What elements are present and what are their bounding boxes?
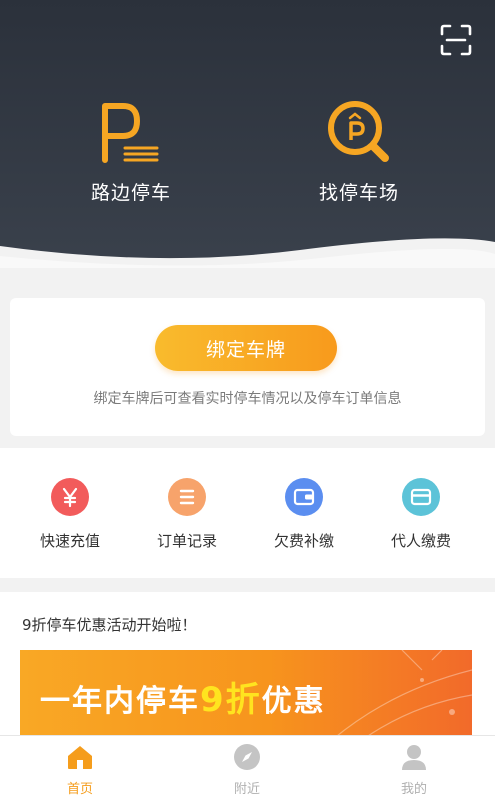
bind-plate-button[interactable]: 绑定车牌 — [155, 325, 337, 371]
roadside-parking-icon — [102, 103, 159, 163]
pay-for-others-button[interactable]: 代人缴费 — [366, 478, 476, 551]
promo-section: 9折停车优惠活动开始啦！ 一年内停车9折优惠 — [0, 592, 495, 740]
hero-header: 路边停车 找停车场 — [0, 0, 495, 268]
find-parking-lot-icon — [328, 101, 389, 162]
hero-wave-divider — [0, 238, 495, 268]
scan-icon[interactable] — [438, 22, 474, 58]
quick-recharge-button[interactable]: 快速充值 — [15, 478, 125, 551]
tab-mine-label: 我的 — [400, 782, 427, 797]
quick-actions: 快速充值 订单记录 欠费补缴 代人缴费 — [0, 448, 495, 578]
bottom-tabbar: 首页 附近 我的 — [0, 735, 495, 800]
arrears-payment-label: 欠费补缴 — [273, 532, 334, 550]
promo-title: 9折停车优惠活动开始啦！ — [22, 616, 197, 634]
user-icon — [402, 745, 426, 770]
pay-for-others-label: 代人缴费 — [390, 532, 451, 550]
banner-suffix: 优惠 — [261, 684, 326, 719]
promo-banner[interactable]: 一年内停车9折优惠 — [20, 650, 472, 740]
order-list-icon — [168, 478, 206, 516]
quick-recharge-label: 快速充值 — [39, 532, 100, 550]
roadside-parking-button[interactable]: 路边停车 — [51, 96, 211, 205]
bind-plate-card: 绑定车牌 绑定车牌后可查看实时停车情况以及停车订单信息 — [10, 298, 485, 436]
promo-banner-text: 一年内停车9折优惠 — [40, 672, 326, 721]
roadside-parking-label: 路边停车 — [90, 182, 171, 204]
card-icon — [402, 478, 440, 516]
find-parking-lot-button[interactable]: 找停车场 — [279, 96, 439, 205]
banner-prefix: 一年内停车 — [40, 684, 200, 719]
tab-home-label: 首页 — [66, 782, 93, 797]
tab-nearby[interactable]: 附近 — [187, 742, 307, 797]
order-records-button[interactable]: 订单记录 — [132, 478, 242, 551]
tab-mine[interactable]: 我的 — [354, 742, 474, 797]
find-parking-lot-label: 找停车场 — [318, 182, 399, 204]
tab-nearby-label: 附近 — [233, 782, 260, 797]
banner-decoration — [331, 650, 472, 740]
tab-home[interactable]: 首页 — [20, 742, 140, 797]
order-records-label: 订单记录 — [156, 532, 217, 550]
home-icon — [68, 746, 92, 769]
bind-plate-hint: 绑定车牌后可查看实时停车情况以及停车订单信息 — [93, 391, 402, 407]
compass-icon — [234, 744, 260, 770]
yen-recharge-icon — [51, 478, 89, 516]
wallet-icon — [285, 478, 323, 516]
banner-highlight: 9折 — [200, 680, 262, 720]
arrears-payment-button[interactable]: 欠费补缴 — [249, 478, 359, 551]
